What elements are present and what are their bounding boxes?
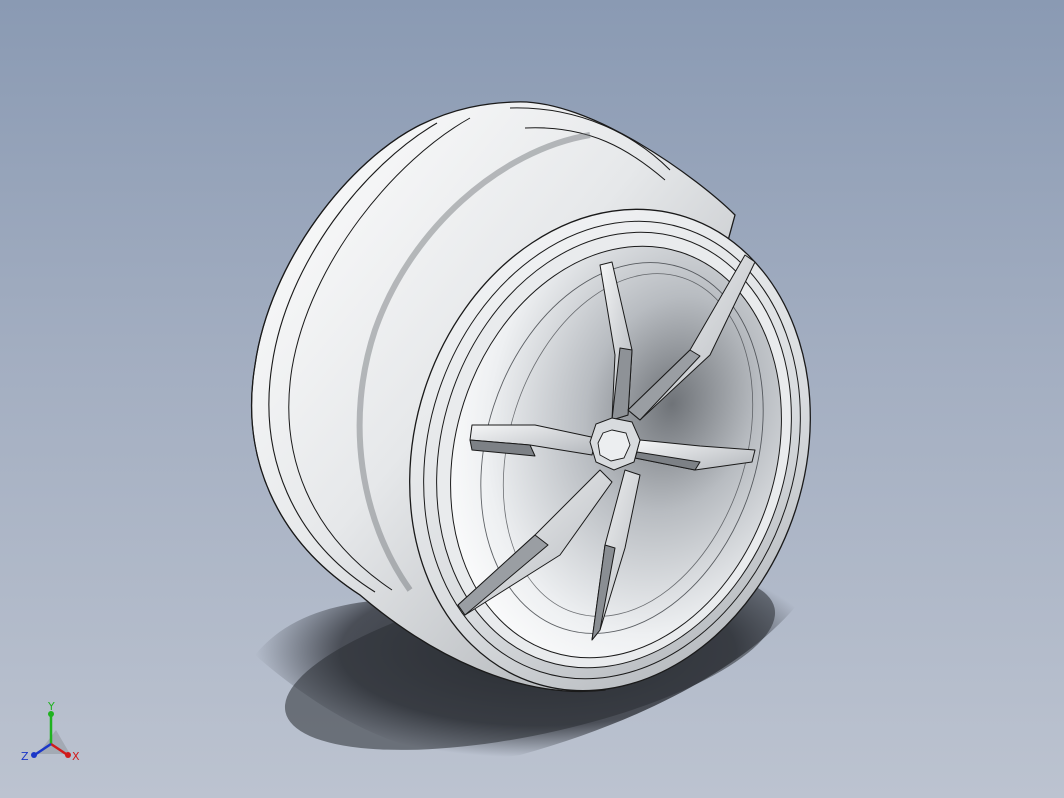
axis-triad[interactable]: Y X Z [18,700,90,772]
z-axis-label: Z [21,750,29,763]
hub-center-cap[interactable] [589,417,641,471]
y-axis-label: Y [47,700,55,713]
z-axis-tip [31,752,37,758]
x-axis-tip [65,752,71,758]
x-axis-label: X [72,750,80,763]
graphics-viewport[interactable] [0,0,1064,798]
